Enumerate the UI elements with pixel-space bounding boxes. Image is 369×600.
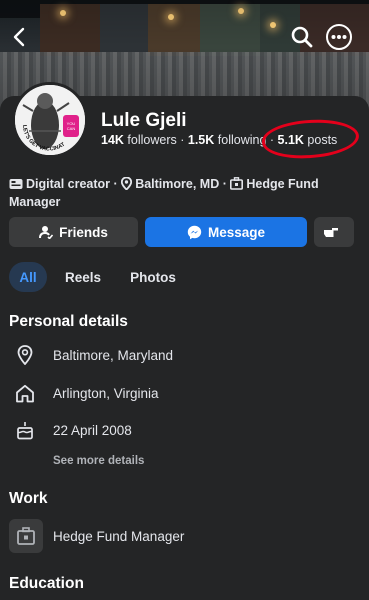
followers-count[interactable]: 14K xyxy=(101,133,124,147)
message-button[interactable]: Message xyxy=(145,217,307,247)
following-count[interactable]: 1.5K xyxy=(188,133,214,147)
detail-row-hometown: Arlington, Virginia xyxy=(9,381,159,405)
detail-text: Baltimore, Maryland xyxy=(53,347,174,363)
bio-role: Digital creator xyxy=(26,177,111,191)
profile-bio: Digital creator · Baltimore, MD · Hedge … xyxy=(9,176,319,209)
work-title[interactable]: Hedge Fund Manager xyxy=(53,529,184,544)
pointing-hand-icon xyxy=(324,228,338,237)
detail-text: Arlington, Virginia xyxy=(53,385,159,401)
work-heading: Work xyxy=(9,490,48,507)
detail-text: 22 April 2008 xyxy=(53,422,132,438)
tab-reels[interactable]: Reels xyxy=(59,262,107,292)
location-icon xyxy=(121,176,133,194)
education-heading: Education xyxy=(9,575,84,592)
friends-button[interactable]: Friends xyxy=(9,217,138,247)
briefcase-icon xyxy=(9,519,43,553)
birthday-cake-icon xyxy=(9,421,41,440)
location-pin-icon xyxy=(9,345,41,365)
friends-icon xyxy=(39,226,54,239)
profile-name: Lule Gjeli xyxy=(101,110,187,131)
detail-row-current-city: Baltimore, Maryland xyxy=(9,343,173,367)
more-options-icon[interactable] xyxy=(326,24,352,50)
back-arrow-icon[interactable] xyxy=(6,24,32,50)
see-more-details-link[interactable]: See more details xyxy=(53,455,144,467)
briefcase-icon xyxy=(230,177,244,194)
search-icon[interactable] xyxy=(289,24,315,50)
home-icon xyxy=(9,384,41,403)
bio-location: Baltimore, MD xyxy=(135,177,220,191)
personal-details-heading: Personal details xyxy=(9,313,128,330)
following-label[interactable]: following xyxy=(218,133,267,147)
tab-photos[interactable]: Photos xyxy=(125,262,181,292)
detail-row-birthday: 22 April 2008 xyxy=(9,418,132,442)
messenger-icon xyxy=(187,225,202,239)
creator-icon xyxy=(9,178,23,194)
stats-separator: · xyxy=(180,133,188,147)
tab-all[interactable]: All xyxy=(9,262,47,292)
friends-label: Friends xyxy=(59,224,108,240)
pointing-hand-button[interactable] xyxy=(314,217,354,247)
svg-text:CAN: CAN xyxy=(67,126,76,131)
message-label: Message xyxy=(207,224,266,240)
avatar[interactable]: YOU CAN LET'S GET VACCINATED xyxy=(12,82,88,158)
followers-label[interactable]: followers xyxy=(127,133,176,147)
